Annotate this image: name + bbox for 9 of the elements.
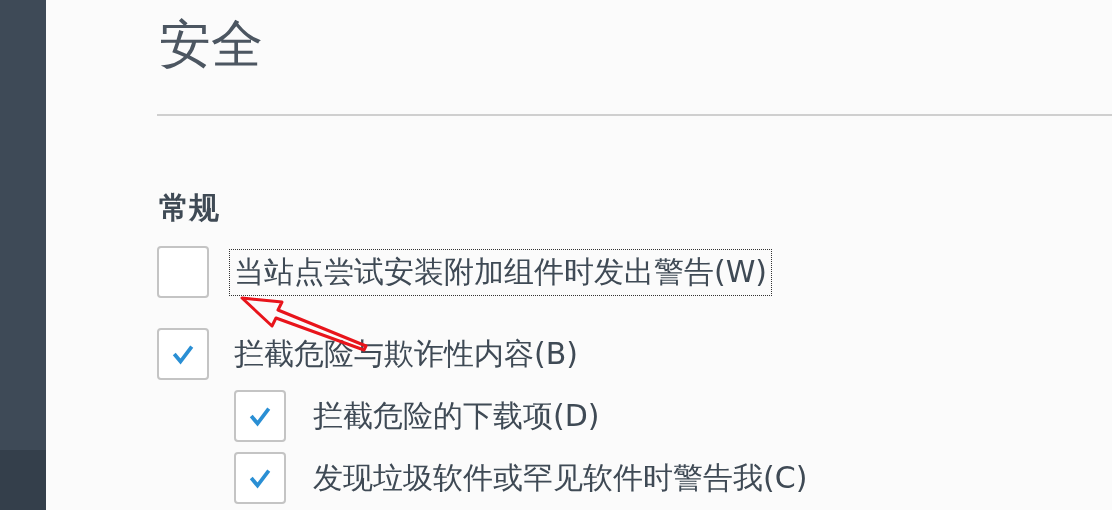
checkbox-label[interactable]: 发现垃圾软件或罕见软件时警告我(C)	[308, 454, 813, 502]
checkbox[interactable]	[234, 452, 286, 504]
checkbox[interactable]	[234, 390, 286, 442]
checkbox[interactable]	[157, 328, 209, 380]
page-title: 安全	[159, 13, 264, 76]
checkbox-label[interactable]: 当站点尝试安装附加组件时发出警告(W)	[229, 248, 773, 296]
section-heading: 常规	[159, 189, 220, 227]
checkbox-label[interactable]: 拦截危险的下载项(D)	[308, 392, 605, 440]
checkbox[interactable]	[157, 246, 209, 298]
